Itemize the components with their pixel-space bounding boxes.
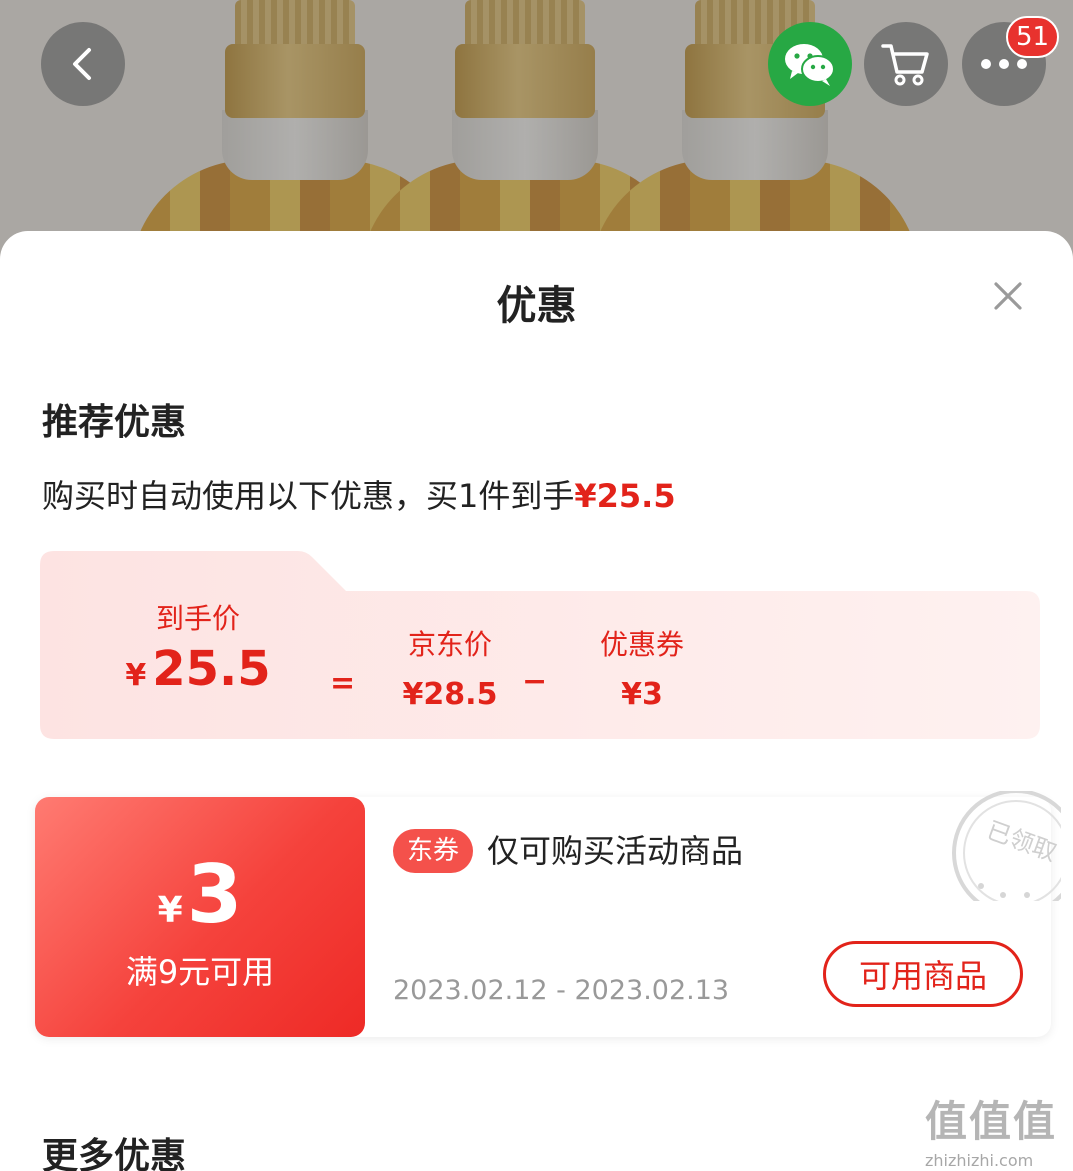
coupon-amount: ¥3: [35, 855, 365, 935]
coupon-discount-block: 优惠券 ¥3: [572, 623, 712, 712]
more-section-title: 更多优惠: [42, 1136, 187, 1171]
minus-sign: −: [522, 664, 548, 699]
available-products-button[interactable]: 可用商品: [823, 941, 1023, 1007]
coupon-discount-label: 优惠券: [599, 628, 684, 661]
summary-price: ¥25.5: [574, 477, 676, 515]
cart-button[interactable]: [864, 22, 948, 106]
jd-price-label: 京东价: [407, 628, 492, 661]
recommended-summary: 购买时自动使用以下优惠，买1件到手¥25.5: [42, 471, 676, 517]
wechat-share-button[interactable]: [768, 22, 852, 106]
final-price-value: ¥25.5: [118, 641, 278, 697]
final-price-label: 到手价: [155, 602, 240, 635]
claimed-stamp-icon: 已领取: [941, 791, 1061, 901]
cart-icon: [881, 44, 929, 86]
discount-sheet: 优惠 推荐优惠 购买时自动使用以下优惠，买1件到手¥25.5 到手价 ¥25.5…: [0, 231, 1073, 1171]
summary-text: 购买时自动使用以下优惠，买1件到手: [42, 477, 575, 515]
final-price-block: 到手价 ¥25.5: [118, 597, 278, 697]
coupon-valid-dates: 2023.02.12 - 2023.02.13: [393, 975, 730, 1006]
coupon-condition: 满9元可用: [125, 953, 275, 991]
cart-count-badge: 51: [1006, 16, 1060, 58]
more-dots-icon: [981, 59, 1027, 69]
coupon-discount-value: ¥3: [621, 677, 663, 712]
jd-price-block: 京东价 ¥28.5: [380, 623, 520, 712]
coupon-currency: ¥: [157, 890, 183, 931]
coupon-amount-panel: ¥3 满9元可用: [35, 797, 365, 1037]
close-button[interactable]: [985, 273, 1031, 319]
back-button[interactable]: [41, 22, 125, 106]
final-price-number: 25.5: [152, 641, 271, 697]
jd-price-value: ¥28.5: [402, 677, 498, 712]
watermark: 值值值 zhizhizhi.com: [925, 1088, 1065, 1170]
coupon-type-tag: 东券: [393, 829, 474, 873]
watermark-url: zhizhizhi.com: [925, 1151, 1034, 1170]
coupon-description: 仅可购买活动商品: [487, 832, 744, 870]
wechat-icon: [785, 44, 835, 86]
price-breakdown-card: 到手价 ¥25.5 = 京东价 ¥28.5 − 优惠券 ¥3: [40, 551, 1040, 739]
chevron-left-icon: [73, 48, 91, 80]
stamp-text: 已领取: [983, 816, 1060, 867]
watermark-logo: 值值值: [925, 1097, 1058, 1146]
close-icon: [994, 282, 1022, 310]
recommended-section-title: 推荐优惠: [42, 402, 187, 443]
sheet-title: 优惠: [496, 283, 577, 329]
final-price-currency: ¥: [125, 658, 147, 693]
equals-sign: =: [330, 666, 356, 701]
coupon-card[interactable]: ¥3 满9元可用 东券 仅可购买活动商品 2023.02.12 - 2023.0…: [35, 791, 1061, 1037]
coupon-amount-number: 3: [186, 848, 243, 941]
